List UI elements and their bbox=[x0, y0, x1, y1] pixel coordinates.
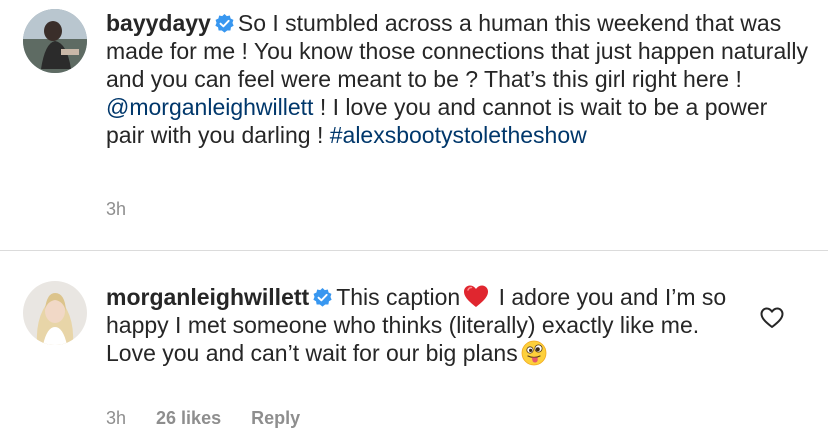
comment-text: bayydayy So I stumbled across a human th… bbox=[106, 9, 811, 149]
username[interactable]: bayydayy bbox=[106, 10, 211, 36]
comment-body: This caption bbox=[336, 284, 461, 310]
avatar-photo-bayydayy bbox=[23, 9, 87, 73]
likes-count-button[interactable]: 26 likes bbox=[156, 408, 221, 428]
verified-badge-icon bbox=[313, 288, 332, 307]
hashtag-link[interactable]: #alexsbootystoletheshow bbox=[330, 122, 587, 148]
comment-meta: 3h bbox=[106, 199, 156, 220]
comment-body: So I stumbled across a human this weeken… bbox=[106, 10, 808, 92]
mention-link[interactable]: @morganleighwillett bbox=[106, 94, 313, 120]
avatar-photo-morganleighwillett bbox=[23, 281, 87, 345]
timestamp[interactable]: 3h bbox=[106, 408, 126, 428]
winking-tongue-face-icon bbox=[521, 340, 547, 366]
avatar[interactable] bbox=[23, 281, 87, 345]
avatar[interactable] bbox=[23, 9, 87, 73]
like-heart-icon[interactable] bbox=[760, 307, 784, 329]
comment-bayydayy: bayydayy So I stumbled across a human th… bbox=[0, 0, 828, 250]
username[interactable]: morganleighwillett bbox=[106, 284, 309, 310]
reply-button[interactable]: Reply bbox=[251, 408, 300, 428]
comment-morganleighwillett: morganleighwillett This caption I adore … bbox=[0, 251, 828, 429]
verified-badge-icon bbox=[215, 14, 234, 33]
comment-meta: 3h 26 likes Reply bbox=[106, 408, 330, 429]
red-heart-icon bbox=[464, 285, 489, 307]
timestamp[interactable]: 3h bbox=[106, 199, 126, 219]
comment-text: morganleighwillett This caption I adore … bbox=[106, 283, 736, 367]
